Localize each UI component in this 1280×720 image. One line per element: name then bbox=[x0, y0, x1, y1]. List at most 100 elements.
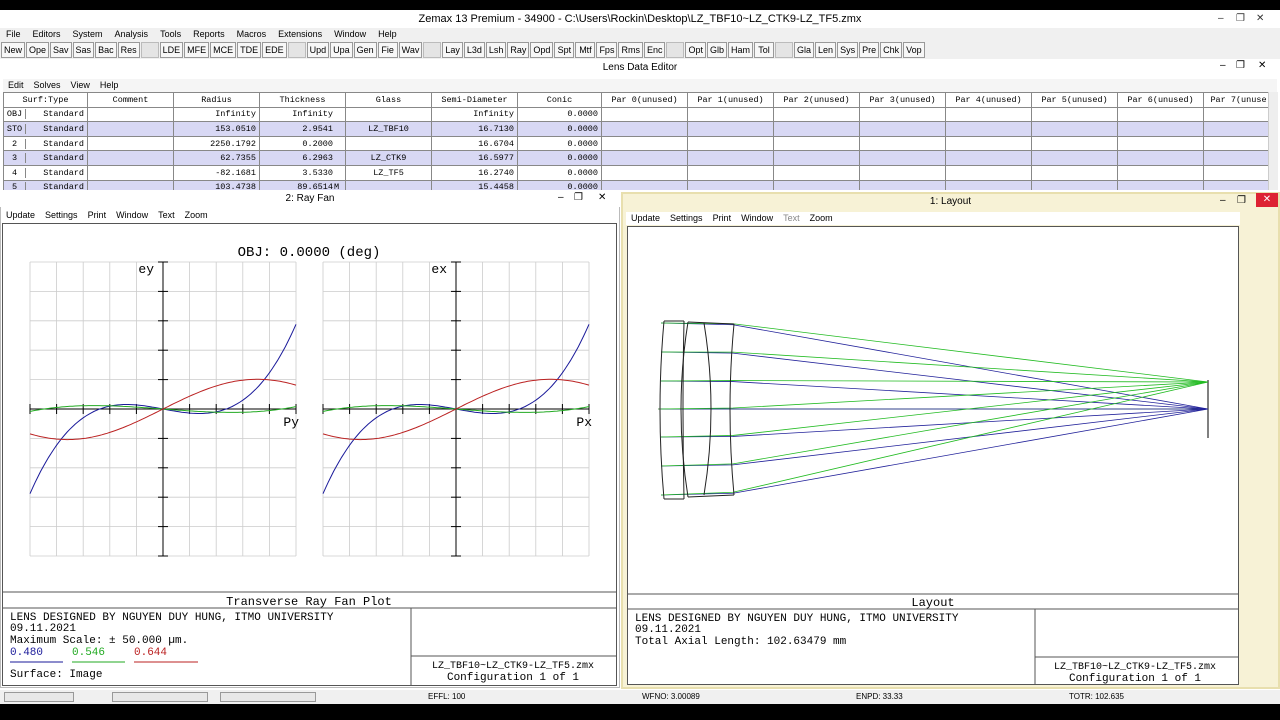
toolbar-new-button[interactable]: New bbox=[1, 42, 26, 58]
lde-cell-surf[interactable]: 4 Standard bbox=[3, 164, 88, 181]
lde-header-glass[interactable]: Glass bbox=[345, 92, 432, 108]
lde-minimize-icon[interactable]: – bbox=[1220, 60, 1226, 71]
ldemenu-item-edit[interactable]: Edit bbox=[3, 79, 29, 92]
lde-cell-conic[interactable]: 0.0000 bbox=[517, 121, 602, 137]
lde-cell-par[interactable] bbox=[687, 121, 774, 137]
lde-cell-par[interactable] bbox=[1031, 164, 1118, 181]
toolbar-fie-button[interactable]: Fie bbox=[377, 42, 398, 58]
lde-surf-type[interactable]: Standard bbox=[26, 109, 84, 119]
rfmenu-item-text[interactable]: Text bbox=[153, 209, 180, 222]
minimized-window-1[interactable] bbox=[4, 692, 74, 702]
minimized-window-3[interactable] bbox=[220, 692, 316, 702]
lde-cell-radius[interactable]: 103.4738 bbox=[173, 179, 260, 190]
lde-cell-par[interactable] bbox=[687, 135, 774, 152]
lde-cell-thickness[interactable]: 0.2000 bbox=[259, 135, 346, 152]
toolbar-bac-button[interactable]: Bac bbox=[95, 42, 117, 58]
lde-cell-par[interactable] bbox=[1203, 164, 1268, 181]
mainmenu-item-system[interactable]: System bbox=[67, 28, 109, 41]
lde-header-par-5-unused-[interactable]: Par 5(unused) bbox=[1031, 92, 1118, 108]
lde-cell-conic[interactable]: 0.0000 bbox=[517, 150, 602, 166]
toolbar-ope-button[interactable]: Ope bbox=[26, 42, 50, 58]
lde-cell-radius[interactable]: 62.7355 bbox=[173, 150, 260, 166]
lde-surf-type[interactable]: Standard bbox=[26, 124, 84, 134]
lde-header-conic[interactable]: Conic bbox=[517, 92, 602, 108]
lde-row[interactable]: STO Standard 153.0510 2.9541 LZ_TBF10 16.7130… bbox=[3, 121, 1268, 137]
toolbar-ede-button[interactable]: EDE bbox=[262, 42, 287, 58]
minimized-window-2[interactable] bbox=[112, 692, 208, 702]
mainmenu-item-extensions[interactable]: Extensions bbox=[272, 28, 328, 41]
lymenu-item-zoom[interactable]: Zoom bbox=[805, 212, 838, 225]
lde-close-icon[interactable]: ✕ bbox=[1258, 60, 1266, 71]
toolbar-vop-button[interactable]: Vop bbox=[903, 42, 925, 58]
lde-row[interactable]: 3 Standard 62.7355 6.2963 LZ_CTK9 16.5977 0.00… bbox=[3, 150, 1268, 166]
lde-cell-par[interactable] bbox=[1117, 135, 1204, 152]
lde-cell-radius[interactable]: 153.0510 bbox=[173, 121, 260, 137]
lde-restore-icon[interactable]: ❐ bbox=[1236, 60, 1245, 71]
lde-cell-conic[interactable]: 0.0000 bbox=[517, 135, 602, 152]
lde-cell-thickness[interactable]: 2.9541 bbox=[259, 121, 346, 137]
toolbar-gen-button[interactable]: Gen bbox=[353, 42, 377, 58]
layout-restore-icon[interactable]: ❐ bbox=[1237, 195, 1246, 206]
lde-cell-par[interactable] bbox=[945, 121, 1032, 137]
lde-cell-par[interactable] bbox=[1031, 179, 1118, 190]
lde-cell-conic[interactable]: 0.0000 bbox=[517, 164, 602, 181]
lde-cell-glass[interactable] bbox=[345, 135, 432, 152]
rfmenu-item-zoom[interactable]: Zoom bbox=[180, 209, 213, 222]
layout-minimize-icon[interactable]: – bbox=[1220, 195, 1226, 206]
toolbar-sas-button[interactable]: Sas bbox=[72, 42, 95, 58]
lde-cell-par[interactable] bbox=[859, 150, 946, 166]
lde-cell-thickness[interactable]: 89.6514M bbox=[259, 179, 346, 190]
lde-cell-par[interactable] bbox=[1203, 179, 1268, 190]
lde-cell-par[interactable] bbox=[773, 121, 860, 137]
lde-cell-surf[interactable]: OBJ Standard bbox=[3, 106, 88, 123]
lde-scrollbar[interactable] bbox=[1268, 92, 1278, 190]
mainmenu-item-tools[interactable]: Tools bbox=[154, 28, 187, 41]
lde-cell-glass[interactable]: LZ_TBF10 bbox=[345, 121, 432, 137]
lde-cell-par[interactable] bbox=[601, 179, 688, 190]
toolbar-tol-button[interactable]: Tol bbox=[754, 42, 775, 58]
toolbar-mce-button[interactable]: MCE bbox=[210, 42, 237, 58]
lde-cell-par[interactable] bbox=[1117, 179, 1204, 190]
lde-surf-type[interactable]: Standard bbox=[26, 153, 84, 163]
toolbar-spt-button[interactable]: Spt bbox=[554, 42, 575, 58]
lde-header-par-6-unused-[interactable]: Par 6(unused) bbox=[1117, 92, 1204, 108]
lde-cell-thickness[interactable]: Infinity bbox=[259, 106, 346, 123]
lde-cell-surf[interactable]: 3 Standard bbox=[3, 150, 88, 166]
lde-cell-semi[interactable]: 16.2740 bbox=[431, 164, 518, 181]
toolbar-gla-button[interactable]: Gla bbox=[794, 42, 815, 58]
toolbar-fps-button[interactable]: Fps bbox=[596, 42, 618, 58]
lymenu-item-window[interactable]: Window bbox=[736, 212, 778, 225]
lde-cell-glass[interactable]: LZ_TF5 bbox=[345, 164, 432, 181]
layout-close-icon[interactable]: ✕ bbox=[1256, 193, 1278, 207]
lde-cell-par[interactable] bbox=[601, 121, 688, 137]
toolbar-mtf-button[interactable]: Mtf bbox=[575, 42, 596, 58]
mainmenu-item-analysis[interactable]: Analysis bbox=[109, 28, 155, 41]
lde-cell-par[interactable] bbox=[773, 164, 860, 181]
ldemenu-item-view[interactable]: View bbox=[66, 79, 95, 92]
toolbar-enc-button[interactable]: Enc bbox=[643, 42, 666, 58]
ldemenu-item-help[interactable]: Help bbox=[95, 79, 124, 92]
toolbar-pre-button[interactable]: Pre bbox=[859, 42, 880, 58]
lymenu-item-settings[interactable]: Settings bbox=[665, 212, 708, 225]
toolbar-opd-button[interactable]: Opd bbox=[530, 42, 554, 58]
toolbar-lde-button[interactable]: LDE bbox=[159, 42, 184, 58]
lde-header-thickness[interactable]: Thickness bbox=[259, 92, 346, 108]
lde-cell-conic[interactable]: 0.0000 bbox=[517, 106, 602, 123]
lde-header-surf-type[interactable]: Surf:Type bbox=[3, 92, 88, 108]
lde-header-radius[interactable]: Radius bbox=[173, 92, 260, 108]
toolbar-upa-button[interactable]: Upa bbox=[330, 42, 353, 58]
lde-cell-par[interactable] bbox=[687, 164, 774, 181]
lde-row[interactable]: 2 Standard 2250.1792 0.2000 16.6704 0.0000 bbox=[3, 135, 1268, 152]
lde-cell-glass[interactable] bbox=[345, 106, 432, 123]
lde-cell-comment[interactable] bbox=[87, 179, 174, 190]
lde-cell-par[interactable] bbox=[945, 150, 1032, 166]
lde-cell-par[interactable] bbox=[601, 164, 688, 181]
mainmenu-item-macros[interactable]: Macros bbox=[231, 28, 273, 41]
toolbar-upd-button[interactable]: Upd bbox=[306, 42, 330, 58]
toolbar-glb-button[interactable]: Glb bbox=[706, 42, 727, 58]
lde-cell-semi[interactable]: 15.4458 bbox=[431, 179, 518, 190]
lde-surf-type[interactable]: Standard bbox=[26, 182, 84, 190]
toolbar-mfe-button[interactable]: MFE bbox=[184, 42, 210, 58]
lde-cell-comment[interactable] bbox=[87, 106, 174, 123]
lde-cell-surf[interactable]: 5 Standard bbox=[3, 179, 88, 190]
